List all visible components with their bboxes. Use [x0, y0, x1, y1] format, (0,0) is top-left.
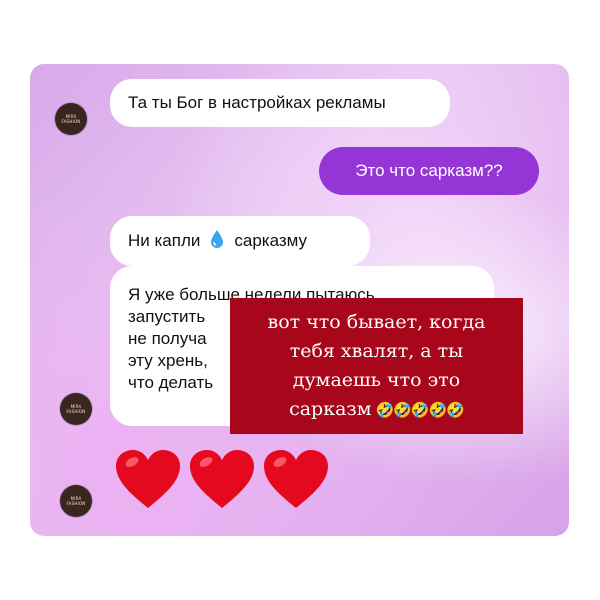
heart-icon[interactable] — [188, 448, 256, 512]
heart-icon[interactable] — [114, 448, 182, 512]
avatar-brand-line2: FASHION — [66, 409, 86, 414]
caption-line-last: сарказм 🤣🤣🤣🤣🤣 — [236, 395, 517, 425]
heart-icon[interactable] — [262, 448, 330, 512]
droplet-emoji — [210, 229, 224, 254]
incoming-message-bubble[interactable]: Ни капли сарказму — [110, 216, 370, 266]
avatar-brand-line2: FASHION — [66, 501, 86, 506]
avatar[interactable]: MIRA FASHION — [55, 103, 87, 135]
avatar[interactable]: MIRA FASHION — [60, 393, 92, 425]
caption-line: думаешь что это — [292, 369, 461, 391]
outgoing-message-bubble[interactable]: Это что сарказм?? — [319, 147, 539, 195]
chat-screenshot: MIRA FASHION Та ты Бог в настройках рекл… — [30, 64, 569, 536]
message-text: Ни капли — [128, 231, 201, 250]
incoming-message-bubble[interactable]: Та ты Бог в настройках рекламы — [110, 79, 450, 127]
caption-word: сарказм — [289, 398, 372, 420]
caption-line: тебя хвалят, а ты — [289, 340, 464, 362]
message-text: Та ты Бог в настройках рекламы — [128, 93, 386, 112]
laughing-emoji-row: 🤣🤣🤣🤣🤣 — [375, 401, 465, 419]
avatar[interactable]: MIRA FASHION — [60, 485, 92, 517]
caption-line: вот что бывает, когда — [267, 311, 486, 333]
message-text: Это что сарказм?? — [355, 161, 503, 180]
droplet-icon — [211, 229, 224, 248]
caption-overlay: вот что бывает, когда тебя хвалят, а ты … — [230, 298, 523, 434]
avatar-brand-line2: FASHION — [61, 119, 81, 124]
heart-reaction-row — [114, 448, 330, 512]
message-text: сарказму — [234, 231, 308, 250]
